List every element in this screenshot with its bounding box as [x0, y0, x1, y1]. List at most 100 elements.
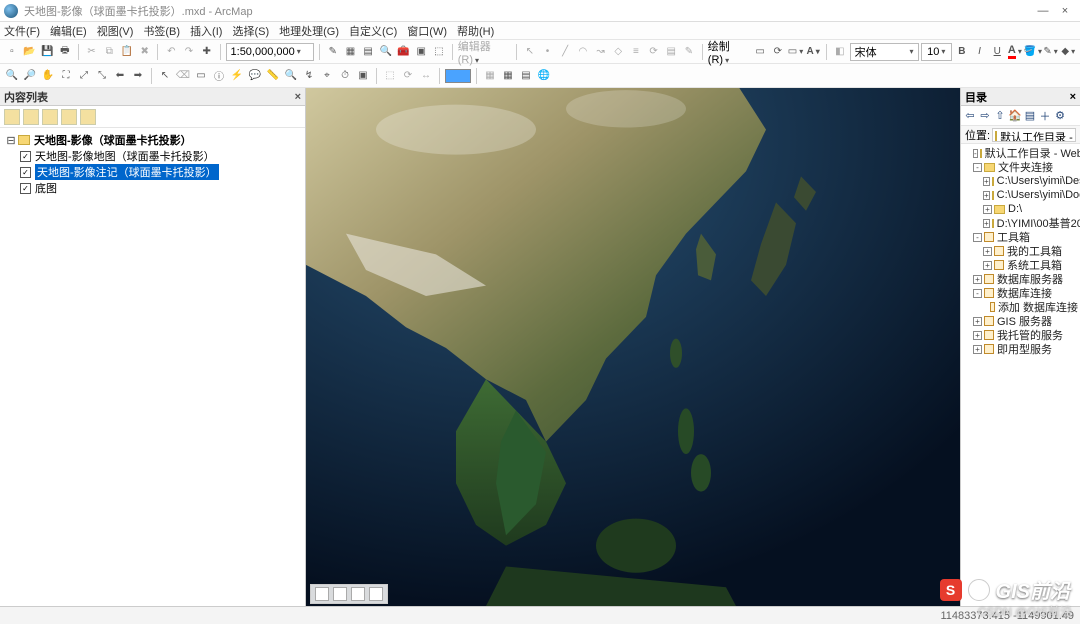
- add-data-icon[interactable]: ✚: [199, 44, 215, 60]
- toc-list-by-visibility-icon[interactable]: [42, 109, 58, 125]
- catalog-item[interactable]: +D:\YIMI\00基普2021年: [963, 216, 1078, 230]
- cat-home-icon[interactable]: 🏠: [1008, 109, 1022, 123]
- menu-geoprocessing[interactable]: 地理处理(G): [279, 23, 339, 39]
- catalog-item[interactable]: +我托管的服务: [963, 328, 1078, 342]
- map-viewport[interactable]: [306, 88, 960, 606]
- menu-bookmarks[interactable]: 书签(B): [143, 23, 180, 39]
- cat-fwd-icon[interactable]: ⇨: [978, 109, 992, 123]
- minimize-button[interactable]: —: [1032, 5, 1054, 17]
- catalog-item[interactable]: -数据库连接: [963, 286, 1078, 300]
- catalog-item[interactable]: +GIS 服务器: [963, 314, 1078, 328]
- layer-checkbox[interactable]: ✓: [20, 151, 31, 162]
- expand-toggle-icon[interactable]: +: [983, 177, 990, 186]
- toc-close-icon[interactable]: ×: [295, 91, 301, 103]
- clear-selection-icon[interactable]: ⌫: [175, 68, 191, 84]
- editor-menu[interactable]: 编辑器(R)▾: [458, 38, 511, 66]
- data-view-icon[interactable]: [315, 587, 329, 601]
- expand-toggle-icon[interactable]: +: [983, 247, 992, 256]
- menu-customize[interactable]: 自定义(C): [349, 23, 397, 39]
- find-icon[interactable]: 🔍: [283, 68, 299, 84]
- layer-checkbox[interactable]: ✓: [20, 183, 31, 194]
- catalog-item[interactable]: 添加 数据库连接: [963, 300, 1078, 314]
- catalog-close-icon[interactable]: ×: [1070, 91, 1076, 103]
- toc-options-icon[interactable]: [80, 109, 96, 125]
- expand-toggle-icon[interactable]: +: [983, 205, 992, 214]
- select-element-icon[interactable]: ▭: [752, 44, 768, 60]
- menu-insert[interactable]: 插入(I): [190, 23, 222, 39]
- draw-shape-icon[interactable]: ▭▾: [788, 44, 804, 60]
- catalog-item[interactable]: -工具箱: [963, 230, 1078, 244]
- search-window-icon[interactable]: 🔍: [378, 44, 394, 60]
- toc-list-by-source-icon[interactable]: [23, 109, 39, 125]
- expand-toggle-icon[interactable]: -: [973, 163, 982, 172]
- prev-extent-icon[interactable]: ⬅: [112, 68, 128, 84]
- copy-icon[interactable]: ⧉: [101, 44, 117, 60]
- text-tool-icon[interactable]: A▾: [805, 44, 821, 60]
- toc-root-row[interactable]: ⊟ 天地图-影像（球面墨卡托投影）: [6, 132, 299, 148]
- refresh-view-icon[interactable]: [351, 587, 365, 601]
- catalog-item[interactable]: +C:\Users\yimi\Desktop: [963, 174, 1078, 188]
- cat-back-icon[interactable]: ⇦: [963, 109, 977, 123]
- fixed-zoom-out-icon[interactable]: ⤡: [94, 68, 110, 84]
- redo-icon[interactable]: ↷: [181, 44, 197, 60]
- html-popup-icon[interactable]: 💬: [247, 68, 263, 84]
- catalog-item[interactable]: +系统工具箱: [963, 258, 1078, 272]
- toc-layer-row[interactable]: ✓ 天地图-影像注记（球面墨卡托投影）: [6, 164, 299, 180]
- identify-icon[interactable]: ⓘ: [211, 68, 227, 84]
- find-route-icon[interactable]: ↯: [301, 68, 317, 84]
- zoom-in-icon[interactable]: 🔍: [4, 68, 20, 84]
- expand-toggle-icon[interactable]: +: [973, 275, 982, 284]
- bold-button[interactable]: B: [954, 44, 970, 60]
- draw-menu[interactable]: 绘制(R)▾: [708, 38, 750, 66]
- close-button[interactable]: ×: [1054, 5, 1076, 17]
- toc-layer-row[interactable]: ✓ 天地图-影像地图（球面墨卡托投影）: [6, 148, 299, 164]
- font-combo[interactable]: 宋体▾: [850, 43, 919, 61]
- catalog-item[interactable]: +我的工具箱: [963, 244, 1078, 258]
- fill-color-button[interactable]: 🪣▾: [1025, 44, 1041, 60]
- layout-grid-icon[interactable]: ▦: [500, 68, 516, 84]
- menu-edit[interactable]: 编辑(E): [50, 23, 87, 39]
- rotate-element-icon[interactable]: ⟳: [770, 44, 786, 60]
- expand-toggle-icon[interactable]: +: [973, 317, 982, 326]
- catalog-location-field[interactable]: 默认工作目录 - Web M: [992, 128, 1076, 142]
- fixed-zoom-in-icon[interactable]: ⤢: [76, 68, 92, 84]
- zoom-out-icon[interactable]: 🔎: [22, 68, 38, 84]
- next-extent-icon[interactable]: ➡: [130, 68, 146, 84]
- goto-xy-icon[interactable]: ⌖: [319, 68, 335, 84]
- expand-toggle-icon[interactable]: -: [973, 233, 982, 242]
- highlight-color-swatch[interactable]: [445, 69, 471, 83]
- pan-icon[interactable]: ✋: [40, 68, 56, 84]
- model-builder-icon[interactable]: ⬚: [431, 44, 447, 60]
- pause-drawing-icon[interactable]: [369, 587, 383, 601]
- toc-list-by-selection-icon[interactable]: [61, 109, 77, 125]
- catalog-item[interactable]: +D:\: [963, 202, 1078, 216]
- undo-icon[interactable]: ↶: [163, 44, 179, 60]
- cat-options-icon[interactable]: ⚙: [1053, 109, 1067, 123]
- arctoolbox-icon[interactable]: 🧰: [396, 44, 412, 60]
- full-extent-icon[interactable]: ⛶: [58, 68, 74, 84]
- share-icon[interactable]: 🌐: [536, 68, 552, 84]
- catalog-item[interactable]: +C:\Users\yimi\Docume: [963, 188, 1078, 202]
- toc-list-by-drawing-icon[interactable]: [4, 109, 20, 125]
- catalog-item[interactable]: -文件夹连接: [963, 160, 1078, 174]
- expand-toggle-icon[interactable]: -: [973, 289, 982, 298]
- open-icon[interactable]: 📂: [22, 44, 38, 60]
- cat-toggle-icon[interactable]: ▤: [1023, 109, 1037, 123]
- catalog-item[interactable]: -默认工作目录 - Web Maps: [963, 146, 1078, 160]
- cat-up-icon[interactable]: ⇧: [993, 109, 1007, 123]
- menu-file[interactable]: 文件(F): [4, 23, 40, 39]
- measure-icon[interactable]: 📏: [265, 68, 281, 84]
- expand-toggle-icon[interactable]: +: [973, 331, 982, 340]
- layer-checkbox[interactable]: ✓: [20, 167, 31, 178]
- time-slider-icon[interactable]: ⏱: [337, 68, 353, 84]
- layout-distribute-icon[interactable]: ▤: [518, 68, 534, 84]
- menu-help[interactable]: 帮助(H): [457, 23, 494, 39]
- scale-combo[interactable]: 1:50,000,000▾: [226, 43, 314, 61]
- collapse-icon[interactable]: ⊟: [6, 134, 16, 147]
- table-window-icon[interactable]: ▦: [343, 44, 359, 60]
- expand-toggle-icon[interactable]: +: [973, 345, 982, 354]
- catalog-item[interactable]: +即用型服务: [963, 342, 1078, 356]
- print-icon[interactable]: 🖶: [57, 44, 73, 60]
- hyperlink-icon[interactable]: ⚡: [229, 68, 245, 84]
- toc-layer-row[interactable]: ✓ 底图: [6, 180, 299, 196]
